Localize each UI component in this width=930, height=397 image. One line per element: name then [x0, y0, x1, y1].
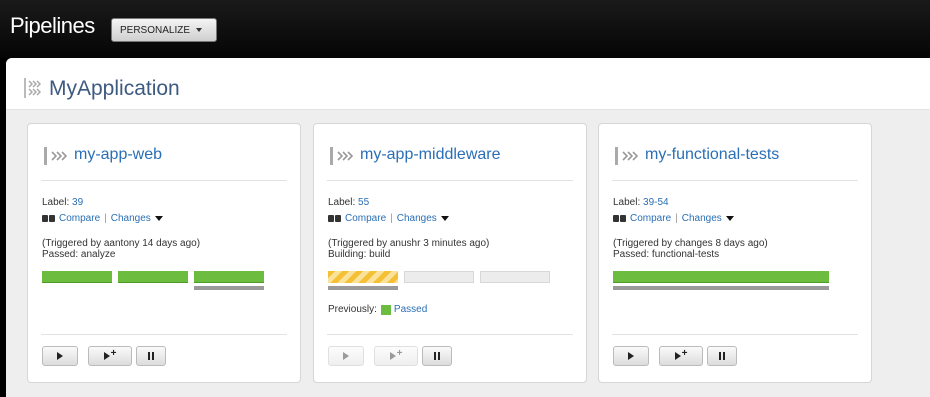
stage-passed[interactable] — [42, 271, 112, 283]
changes-link[interactable]: Changes — [682, 213, 722, 224]
page-title: Pipelines — [10, 13, 95, 38]
pause-icon — [719, 352, 725, 360]
pipeline-group-panel: MyApplication my-app-web Label: 39 Compa… — [6, 58, 930, 397]
chevron-down-icon — [196, 28, 203, 32]
compare-changes-line: Compare | Changes — [328, 213, 449, 224]
stage-pending[interactable] — [404, 271, 474, 283]
play-button[interactable] — [613, 346, 649, 366]
compare-changes-line: Compare | Changes — [42, 213, 163, 224]
compare-icon — [613, 215, 626, 222]
label-line: Label: 39 — [42, 197, 83, 208]
previously-link[interactable]: Passed — [394, 304, 427, 315]
previously-status: Previously: Passed — [328, 304, 427, 315]
label-value-link[interactable]: 55 — [358, 197, 369, 208]
stage-passed[interactable] — [613, 271, 829, 283]
stage-underline — [613, 286, 829, 290]
pause-button[interactable] — [422, 346, 452, 366]
status-text: Building: build — [328, 249, 391, 260]
chevron-down-icon[interactable] — [440, 216, 449, 221]
separator: | — [675, 213, 678, 224]
play-icon — [628, 352, 634, 360]
trigger-info: (Triggered by anushr 3 minutes ago) Buil… — [328, 238, 489, 260]
pipeline-card-my-app-web: my-app-web Label: 39 Compare | Changes (… — [27, 123, 301, 383]
trigger-text: (Triggered by aantony 14 days ago) — [42, 238, 201, 249]
play-icon — [343, 352, 349, 360]
stage-underline — [328, 286, 398, 290]
compare-link[interactable]: Compare — [630, 213, 671, 224]
divider — [327, 334, 573, 335]
play-with-options-icon — [103, 352, 110, 360]
stage-passed[interactable] — [118, 271, 188, 283]
compare-link[interactable]: Compare — [345, 213, 386, 224]
pipeline-name-link[interactable]: my-app-middleware — [360, 146, 501, 164]
pipeline-chevrons-icon — [330, 147, 354, 165]
personalize-label: PERSONALIZE — [120, 24, 191, 36]
personalize-button[interactable]: PERSONALIZE — [111, 18, 217, 42]
pipeline-chevrons-icon — [615, 147, 639, 165]
status-text: Passed: functional-tests — [613, 249, 720, 260]
stage-building[interactable] — [328, 271, 398, 283]
top-bar: Pipelines PERSONALIZE — [0, 0, 930, 58]
previously-label: Previously: — [328, 304, 377, 315]
stage-underline — [194, 286, 264, 290]
compare-changes-line: Compare | Changes — [613, 213, 734, 224]
separator: | — [390, 213, 393, 224]
label-value-link[interactable]: 39-54 — [643, 197, 669, 208]
play-with-options-button: + — [374, 346, 418, 366]
play-with-options-icon — [389, 352, 396, 360]
chevron-down-icon[interactable] — [725, 216, 734, 221]
play-button[interactable] — [42, 346, 78, 366]
pipeline-name-link[interactable]: my-functional-tests — [645, 146, 779, 164]
trigger-text: (Triggered by anushr 3 minutes ago) — [328, 238, 490, 249]
separator: | — [104, 213, 107, 224]
divider — [41, 180, 287, 181]
pipeline-group-icon — [24, 78, 42, 98]
label-line: Label: 39-54 — [613, 197, 669, 208]
label-line: Label: 55 — [328, 197, 369, 208]
changes-link[interactable]: Changes — [397, 213, 437, 224]
pipeline-card-my-functional-tests: my-functional-tests Label: 39-54 Compare… — [598, 123, 872, 383]
label-prefix: Label: — [328, 197, 356, 208]
label-prefix: Label: — [42, 197, 70, 208]
play-with-options-icon — [674, 352, 681, 360]
play-icon — [57, 352, 63, 360]
pause-icon — [148, 352, 154, 360]
group-title[interactable]: MyApplication — [49, 77, 180, 101]
pause-button[interactable] — [707, 346, 737, 366]
divider — [327, 180, 573, 181]
compare-icon — [328, 215, 341, 222]
divider — [612, 180, 858, 181]
divider — [612, 334, 858, 335]
changes-link[interactable]: Changes — [111, 213, 151, 224]
play-button — [328, 346, 364, 366]
divider — [41, 334, 287, 335]
compare-link[interactable]: Compare — [59, 213, 100, 224]
compare-icon — [42, 215, 55, 222]
trigger-info: (Triggered by changes 8 days ago) Passed… — [613, 238, 768, 260]
play-with-options-button[interactable]: + — [659, 346, 703, 366]
passed-swatch-icon — [380, 304, 391, 315]
label-value-link[interactable]: 39 — [72, 197, 83, 208]
pipeline-chevrons-icon — [44, 147, 68, 165]
chevron-down-icon[interactable] — [154, 216, 163, 221]
stage-passed[interactable] — [194, 271, 264, 283]
play-with-options-button[interactable]: + — [88, 346, 132, 366]
status-text: Passed: analyze — [42, 249, 116, 260]
group-header: MyApplication — [6, 58, 930, 110]
pause-button[interactable] — [136, 346, 166, 366]
label-prefix: Label: — [613, 197, 641, 208]
stage-pending[interactable] — [480, 271, 550, 283]
trigger-text: (Triggered by changes 8 days ago) — [613, 238, 768, 249]
pipeline-card-my-app-middleware: my-app-middleware Label: 55 Compare | Ch… — [313, 123, 587, 383]
trigger-info: (Triggered by aantony 14 days ago) Passe… — [42, 238, 200, 260]
pipeline-name-link[interactable]: my-app-web — [74, 146, 162, 164]
pause-icon — [434, 352, 440, 360]
